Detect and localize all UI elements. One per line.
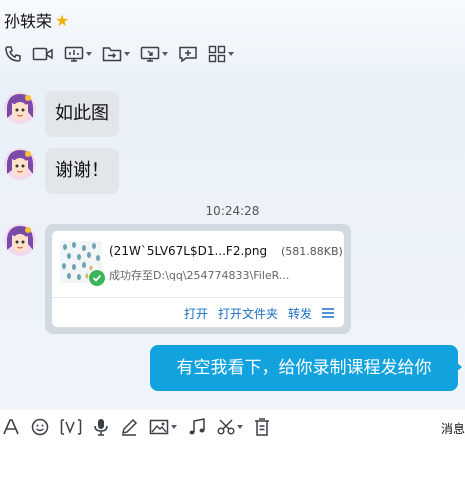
trash-icon[interactable]: [254, 418, 270, 436]
chevron-down-icon[interactable]: [162, 52, 168, 56]
chevron-down-icon[interactable]: [237, 425, 243, 429]
file-card[interactable]: (21W`5LV67L$D1...F2.png (581.88KB) 成功存至D…: [52, 231, 344, 327]
gif-icon[interactable]: [60, 418, 82, 436]
divider: [52, 297, 344, 298]
chat-header: 孙轶荣 ★: [0, 0, 465, 72]
open-file-link[interactable]: 打开: [184, 305, 208, 322]
input-toolbar: 消息: [0, 410, 465, 444]
screen-share-icon[interactable]: [64, 40, 92, 68]
file-transfer-icon[interactable]: [102, 40, 130, 68]
avatar[interactable]: [4, 224, 36, 256]
apps-grid-icon[interactable]: [208, 40, 234, 68]
pen-icon[interactable]: [120, 418, 138, 436]
check-icon: [88, 269, 106, 287]
file-message[interactable]: (21W`5LV67L$D1...F2.png (581.88KB) 成功存至D…: [45, 224, 351, 334]
music-icon[interactable]: [188, 418, 206, 436]
message-bubble-outgoing[interactable]: 有空我看下，给你录制课程发给你: [150, 345, 458, 391]
chevron-down-icon[interactable]: [124, 52, 130, 56]
phone-icon[interactable]: [4, 40, 22, 68]
font-icon[interactable]: [2, 418, 20, 436]
forward-link[interactable]: 转发: [288, 305, 312, 322]
menu-icon[interactable]: [322, 304, 334, 323]
message-bubble[interactable]: 谢谢！: [45, 148, 119, 194]
scissors-icon[interactable]: [217, 418, 243, 436]
avatar[interactable]: [4, 148, 36, 180]
chevron-down-icon[interactable]: [86, 52, 92, 56]
avatar[interactable]: [4, 92, 36, 124]
star-icon[interactable]: ★: [55, 11, 69, 30]
file-name[interactable]: (21W`5LV67L$D1...F2.png: [109, 244, 267, 258]
chat-history[interactable]: 如此图 谢谢！ 10:24:28 (21W`5LV67L$D1...F2.png…: [0, 72, 465, 410]
image-icon[interactable]: [149, 418, 177, 436]
emoji-icon[interactable]: [31, 418, 49, 436]
add-app-icon[interactable]: [178, 40, 198, 68]
remote-desktop-icon[interactable]: [140, 40, 168, 68]
chevron-down-icon[interactable]: [228, 52, 234, 56]
contact-name[interactable]: 孙轶荣: [4, 8, 52, 32]
chat-toolbar: [0, 40, 244, 68]
chevron-down-icon[interactable]: [171, 425, 177, 429]
message-input[interactable]: [0, 444, 465, 490]
file-size: (581.88KB): [281, 245, 343, 258]
message-bubble[interactable]: 如此图: [45, 91, 119, 137]
mic-icon[interactable]: [93, 418, 109, 436]
contact-title: 孙轶荣 ★: [4, 8, 69, 32]
bubble-tail: [456, 362, 462, 372]
file-save-status: 成功存至D:\qq\254774833\FileR...: [109, 269, 290, 282]
file-actions: 打开 打开文件夹 转发: [52, 303, 344, 323]
open-folder-link[interactable]: 打开文件夹: [218, 305, 278, 322]
message-history-button[interactable]: 消息: [441, 420, 465, 437]
message-timestamp: 10:24:28: [205, 204, 260, 218]
video-call-icon[interactable]: [32, 40, 54, 68]
